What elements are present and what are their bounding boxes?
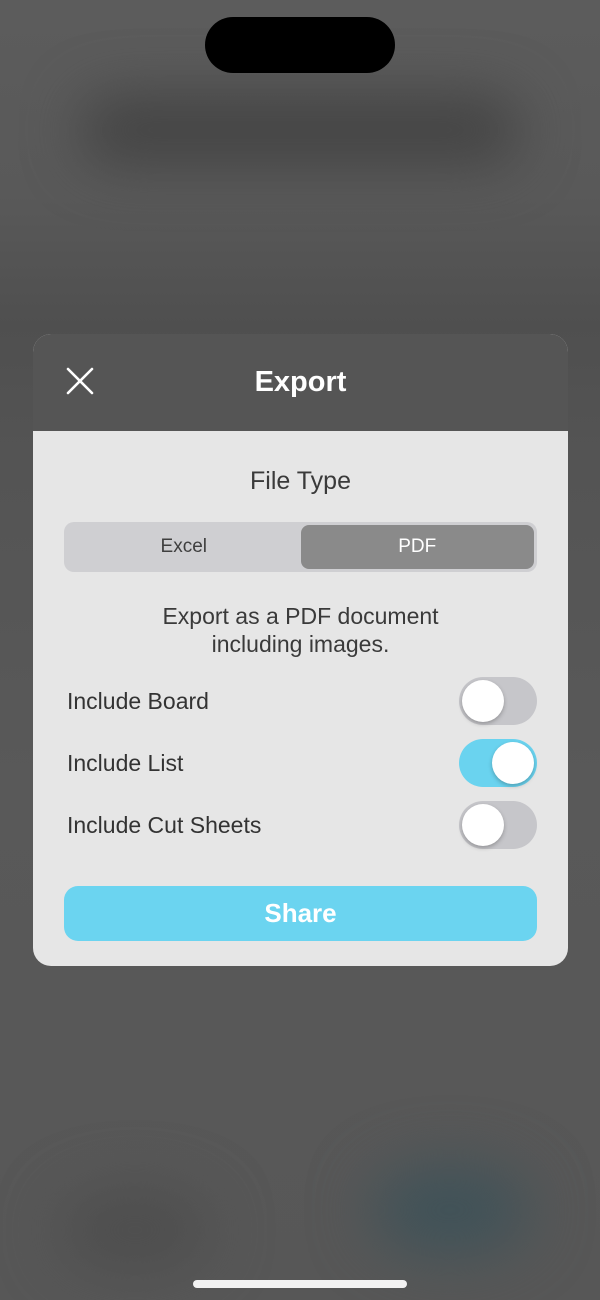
include-board-toggle[interactable]: [459, 677, 537, 725]
option-include-board: Include Board: [64, 670, 537, 732]
option-include-list: Include List: [64, 732, 537, 794]
segment-excel[interactable]: Excel: [67, 525, 301, 569]
file-type-label: File Type: [250, 467, 351, 495]
background-blur-accent: [370, 1165, 530, 1255]
file-type-description: Export as a PDF document including image…: [64, 602, 537, 658]
share-button[interactable]: Share: [64, 886, 537, 941]
toggle-knob: [462, 804, 504, 846]
option-include-cut-sheets: Include Cut Sheets: [64, 794, 537, 856]
option-label: Include Board: [67, 687, 209, 714]
screen: Export File Type Excel PDF Export as a P…: [0, 0, 600, 1300]
dynamic-island: [205, 17, 395, 73]
toggle-knob: [492, 742, 534, 784]
description-line-1: Export as a PDF document: [162, 603, 439, 629]
include-list-toggle[interactable]: [459, 739, 537, 787]
option-label: Include Cut Sheets: [67, 811, 262, 838]
export-dialog: Export File Type Excel PDF Export as a P…: [33, 334, 568, 966]
home-indicator: [193, 1280, 407, 1288]
dialog-body: File Type Excel PDF Export as a PDF docu…: [33, 466, 568, 941]
toggle-knob: [462, 680, 504, 722]
background-blur-shadow: [60, 1190, 210, 1270]
background-blur: [80, 95, 520, 165]
description-line-2: including images.: [211, 631, 390, 657]
dialog-title: Export: [254, 366, 347, 398]
file-type-segmented-control: Excel PDF: [64, 522, 537, 572]
options-list: Include Board Include List Include Cut S…: [64, 670, 537, 856]
dialog-header: Export: [33, 334, 568, 431]
option-label: Include List: [67, 749, 184, 776]
segment-pdf[interactable]: PDF: [300, 525, 534, 569]
include-cut-sheets-toggle[interactable]: [459, 801, 537, 849]
